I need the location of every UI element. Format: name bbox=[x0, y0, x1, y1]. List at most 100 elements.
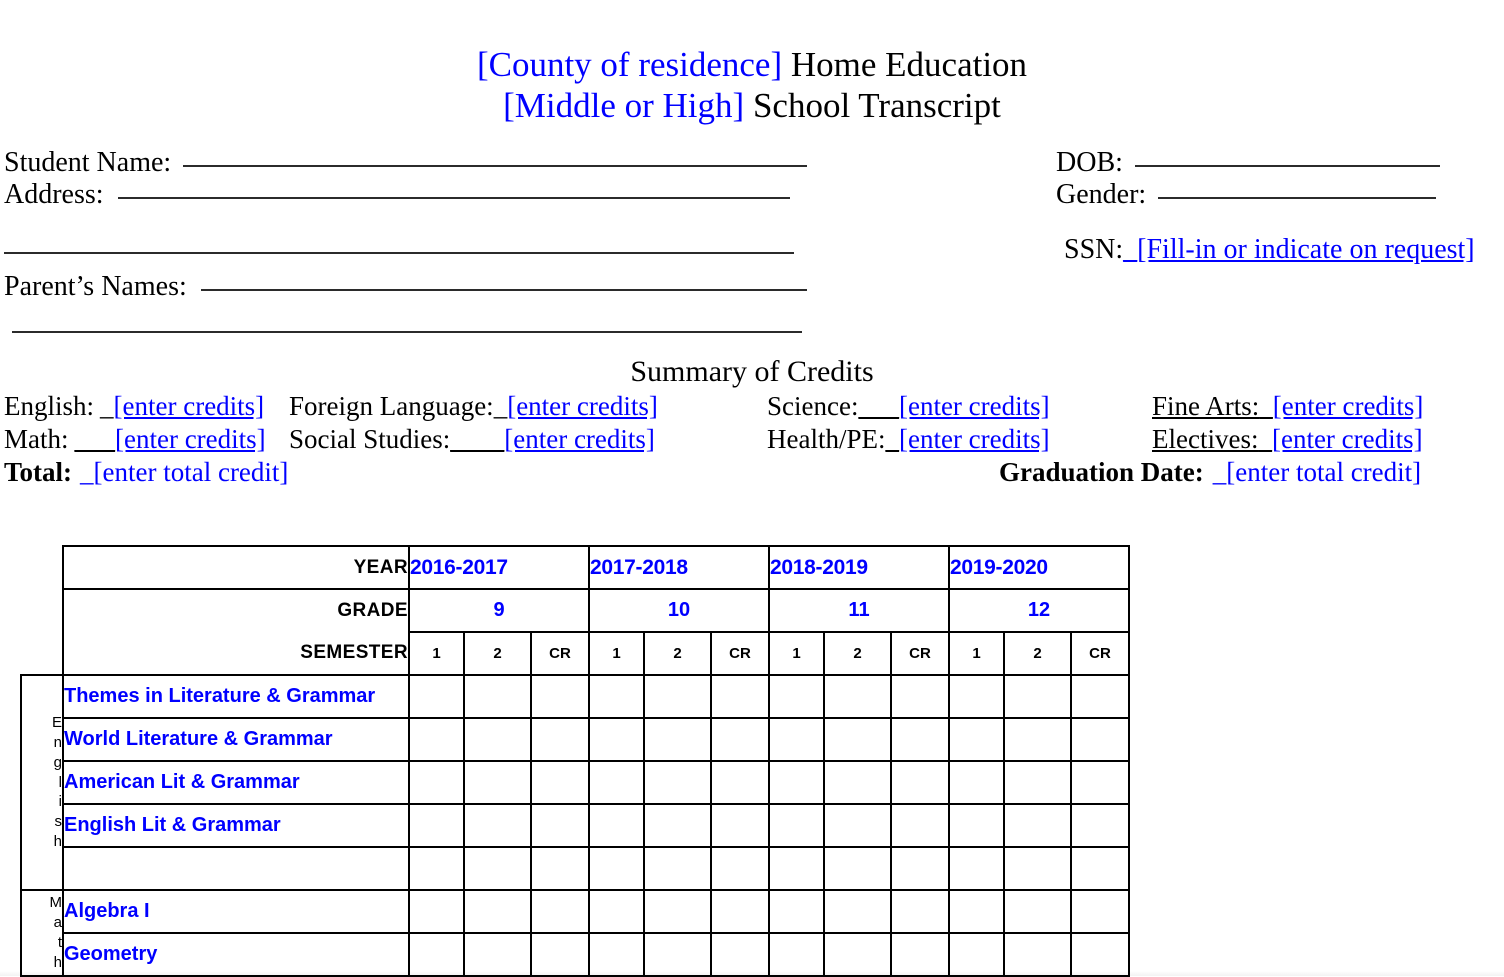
grade-entry-cell[interactable] bbox=[463, 674, 532, 719]
graduation-date-value[interactable]: [enter total credit] bbox=[1226, 457, 1421, 487]
credit-entry-cell[interactable] bbox=[890, 760, 950, 805]
credit-entry-cell[interactable] bbox=[530, 760, 590, 805]
grade-entry-cell[interactable] bbox=[408, 760, 465, 805]
credit-entry-cell[interactable] bbox=[890, 674, 950, 719]
grade-entry-cell[interactable] bbox=[768, 674, 825, 719]
address-input-line2[interactable] bbox=[4, 234, 794, 255]
credit-entry-cell[interactable] bbox=[530, 674, 590, 719]
grade-entry-cell[interactable] bbox=[948, 846, 1005, 891]
credit-entry-cell[interactable] bbox=[530, 932, 590, 977]
credit-entry-cell[interactable] bbox=[710, 846, 770, 891]
grade-entry-cell[interactable] bbox=[408, 803, 465, 848]
credit-value-electives[interactable]: [enter credits] bbox=[1272, 424, 1423, 454]
grade-entry-cell[interactable] bbox=[588, 889, 645, 934]
credit-entry-cell[interactable] bbox=[710, 717, 770, 762]
grade-entry-cell[interactable] bbox=[408, 717, 465, 762]
grade-entry-cell[interactable] bbox=[643, 932, 712, 977]
credit-entry-cell[interactable] bbox=[530, 889, 590, 934]
credit-value-social-studies[interactable]: [enter credits] bbox=[504, 424, 655, 454]
grade-entry-cell[interactable] bbox=[463, 932, 532, 977]
grade-entry-cell[interactable] bbox=[948, 932, 1005, 977]
address-input[interactable] bbox=[117, 179, 790, 200]
course-name[interactable]: World Literature & Grammar bbox=[62, 717, 410, 762]
grade-entry-cell[interactable] bbox=[823, 674, 892, 719]
grade-entry-cell[interactable] bbox=[768, 760, 825, 805]
grade-entry-cell[interactable] bbox=[768, 932, 825, 977]
parents-names-input[interactable] bbox=[200, 271, 807, 291]
grade-entry-cell[interactable] bbox=[643, 760, 712, 805]
grade-entry-cell[interactable] bbox=[408, 889, 465, 934]
grade-entry-cell[interactable] bbox=[948, 717, 1005, 762]
credit-entry-cell[interactable] bbox=[1070, 889, 1130, 934]
grade-entry-cell[interactable] bbox=[588, 932, 645, 977]
grade-entry-cell[interactable] bbox=[823, 803, 892, 848]
credit-value-fine-arts[interactable]: [enter credits] bbox=[1273, 391, 1424, 421]
grade-entry-cell[interactable] bbox=[588, 846, 645, 891]
grade-entry-cell[interactable] bbox=[823, 846, 892, 891]
grade-entry-cell[interactable] bbox=[408, 846, 465, 891]
county-placeholder[interactable]: [County of residence] bbox=[477, 45, 782, 84]
grade-entry-cell[interactable] bbox=[823, 717, 892, 762]
credit-entry-cell[interactable] bbox=[530, 803, 590, 848]
grade-entry-cell[interactable] bbox=[588, 674, 645, 719]
grade-entry-cell[interactable] bbox=[1003, 717, 1072, 762]
credit-entry-cell[interactable] bbox=[1070, 846, 1130, 891]
credit-value-health-pe[interactable]: [enter credits] bbox=[899, 424, 1050, 454]
course-name[interactable]: Themes in Literature & Grammar bbox=[62, 674, 410, 719]
grade-entry-cell[interactable] bbox=[1003, 846, 1072, 891]
grade-entry-cell[interactable] bbox=[643, 889, 712, 934]
grade-entry-cell[interactable] bbox=[588, 760, 645, 805]
credit-entry-cell[interactable] bbox=[710, 674, 770, 719]
ssn-value[interactable]: _[Fill-in or indicate on request] bbox=[1123, 234, 1474, 265]
credit-entry-cell[interactable] bbox=[890, 846, 950, 891]
grade-entry-cell[interactable] bbox=[408, 932, 465, 977]
credit-entry-cell[interactable] bbox=[710, 803, 770, 848]
grade-entry-cell[interactable] bbox=[1003, 674, 1072, 719]
grade-entry-cell[interactable] bbox=[643, 846, 712, 891]
grade-entry-cell[interactable] bbox=[823, 889, 892, 934]
credit-entry-cell[interactable] bbox=[530, 846, 590, 891]
grade-entry-cell[interactable] bbox=[463, 889, 532, 934]
grade-entry-cell[interactable] bbox=[823, 932, 892, 977]
grade-entry-cell[interactable] bbox=[1003, 932, 1072, 977]
credit-entry-cell[interactable] bbox=[710, 760, 770, 805]
grade-entry-cell[interactable] bbox=[643, 674, 712, 719]
grade-cell-3[interactable]: 11 bbox=[768, 588, 950, 633]
grade-entry-cell[interactable] bbox=[1003, 889, 1072, 934]
grade-entry-cell[interactable] bbox=[1003, 760, 1072, 805]
year-cell-2[interactable]: 2017-2018 bbox=[588, 545, 770, 590]
grade-entry-cell[interactable] bbox=[463, 760, 532, 805]
year-cell-1[interactable]: 2016-2017 bbox=[408, 545, 590, 590]
course-name[interactable] bbox=[62, 846, 410, 891]
parents-names-input-line2[interactable] bbox=[12, 313, 802, 333]
credit-entry-cell[interactable] bbox=[1070, 760, 1130, 805]
grade-entry-cell[interactable] bbox=[948, 760, 1005, 805]
grade-entry-cell[interactable] bbox=[643, 717, 712, 762]
grade-entry-cell[interactable] bbox=[408, 674, 465, 719]
credit-value-science[interactable]: [enter credits] bbox=[899, 391, 1050, 421]
grade-entry-cell[interactable] bbox=[948, 674, 1005, 719]
grade-entry-cell[interactable] bbox=[463, 717, 532, 762]
grade-cell-2[interactable]: 10 bbox=[588, 588, 770, 633]
student-name-input[interactable] bbox=[183, 147, 808, 167]
credit-entry-cell[interactable] bbox=[890, 803, 950, 848]
grade-entry-cell[interactable] bbox=[1003, 803, 1072, 848]
grade-entry-cell[interactable] bbox=[768, 717, 825, 762]
credit-entry-cell[interactable] bbox=[1070, 674, 1130, 719]
year-cell-3[interactable]: 2018-2019 bbox=[768, 545, 950, 590]
grade-entry-cell[interactable] bbox=[823, 760, 892, 805]
course-name[interactable]: Geometry bbox=[62, 932, 410, 977]
grade-entry-cell[interactable] bbox=[948, 803, 1005, 848]
year-cell-4[interactable]: 2019-2020 bbox=[948, 545, 1130, 590]
course-name[interactable]: English Lit & Grammar bbox=[62, 803, 410, 848]
credit-value-foreign-language[interactable]: [enter credits] bbox=[507, 391, 658, 421]
credit-entry-cell[interactable] bbox=[1070, 932, 1130, 977]
course-name[interactable]: Algebra I bbox=[62, 889, 410, 934]
dob-input[interactable] bbox=[1134, 147, 1440, 167]
course-name[interactable]: American Lit & Grammar bbox=[62, 760, 410, 805]
grade-entry-cell[interactable] bbox=[463, 846, 532, 891]
credit-entry-cell[interactable] bbox=[890, 889, 950, 934]
credit-entry-cell[interactable] bbox=[890, 932, 950, 977]
grade-cell-1[interactable]: 9 bbox=[408, 588, 590, 633]
grade-entry-cell[interactable] bbox=[768, 889, 825, 934]
